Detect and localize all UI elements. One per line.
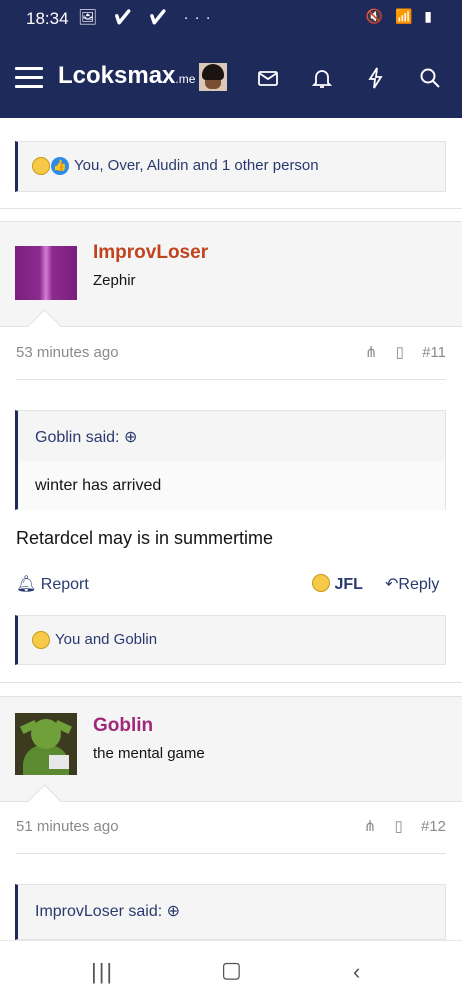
bookmark-icon[interactable]: ▯ <box>395 818 403 835</box>
laugh-emoji-icon <box>32 631 50 649</box>
home-icon[interactable]: ▢ <box>221 957 242 983</box>
recents-icon[interactable]: ||| <box>91 959 114 985</box>
reactions-text[interactable]: You and Goblin <box>55 631 157 648</box>
user-avatar[interactable] <box>15 246 77 300</box>
system-nav-bar: ||| ▢ ‹ <box>0 940 462 1001</box>
status-time: 18:34 <box>26 9 69 28</box>
reactions-bar[interactable]: 👍 You, Over, Aludin and 1 other person <box>15 141 446 192</box>
jfl-button[interactable]: JFL <box>312 574 363 594</box>
bookmark-icon[interactable]: ▯ <box>396 344 404 361</box>
laugh-emoji-icon <box>312 574 330 592</box>
notification-icons: 🖼 ✔ ✔ ··· <box>78 9 217 26</box>
quote-author[interactable]: ImprovLoser said: ⊕ <box>35 901 180 921</box>
quote-block: ImprovLoser said: ⊕ <box>15 884 446 940</box>
like-icon: 👍 <box>51 157 69 175</box>
search-icon[interactable] <box>418 66 442 90</box>
post-user-block: ImprovLoser Zephir <box>0 221 462 327</box>
user-title: the mental game <box>93 745 205 762</box>
post-user-block: Goblin the mental game <box>0 696 462 802</box>
quote-body: winter has arrived <box>18 461 445 510</box>
status-bar: 18:34 🖼 ✔ ✔ ··· 🔇 📶 ▮ <box>0 0 462 38</box>
menu-icon[interactable] <box>15 67 43 89</box>
laugh-emoji-icon <box>32 157 50 175</box>
post-body: Retardcel may is in summertime <box>16 528 274 548</box>
quote-block: Goblin said: ⊕ winter has arrived <box>15 410 446 510</box>
reply-button[interactable]: ↶Reply <box>385 574 439 594</box>
post-meta-actions: ⋔ ▯ #12 <box>350 817 446 835</box>
avatar[interactable] <box>199 63 227 91</box>
post-time[interactable]: 53 minutes ago <box>16 344 119 361</box>
share-icon[interactable]: ⋔ <box>364 818 377 835</box>
back-icon[interactable]: ‹ <box>353 959 360 985</box>
top-nav: Lcoksmax.me <box>0 38 462 118</box>
divider <box>16 853 446 854</box>
username[interactable]: Goblin <box>93 715 153 737</box>
logo-tld: .me <box>175 72 196 86</box>
divider <box>0 682 462 683</box>
divider <box>16 379 446 380</box>
user-title: Zephir <box>93 272 136 289</box>
reactions-bar[interactable]: You and Goblin <box>15 615 446 665</box>
bell-icon[interactable] <box>310 66 334 90</box>
mail-icon[interactable] <box>256 66 280 90</box>
report-button[interactable]: 🔔︎ Report <box>16 574 89 594</box>
reply-icon: ↶ <box>385 576 399 593</box>
share-icon[interactable]: ⋔ <box>365 344 378 361</box>
site-logo[interactable]: Lcoksmax.me <box>58 62 195 90</box>
logo-text: Lcoksmax <box>58 62 176 89</box>
quote-text: winter has arrived <box>35 477 162 494</box>
post-number[interactable]: #11 <box>422 344 446 361</box>
post-meta-actions: ⋔ ▯ #11 <box>351 343 446 361</box>
quote-author[interactable]: Goblin said: ⊕ <box>35 427 137 447</box>
lightning-icon[interactable] <box>364 66 388 90</box>
reactions-text[interactable]: You, Over, Aludin and 1 other person <box>74 157 319 174</box>
post-time[interactable]: 51 minutes ago <box>16 818 119 835</box>
system-icons: 🔇 📶 ▮ <box>365 8 436 24</box>
post-number[interactable]: #12 <box>421 818 446 835</box>
username[interactable]: ImprovLoser <box>93 242 208 264</box>
divider <box>0 208 462 209</box>
user-avatar[interactable] <box>15 713 77 775</box>
bell-icon: 🔔︎ <box>16 576 37 593</box>
